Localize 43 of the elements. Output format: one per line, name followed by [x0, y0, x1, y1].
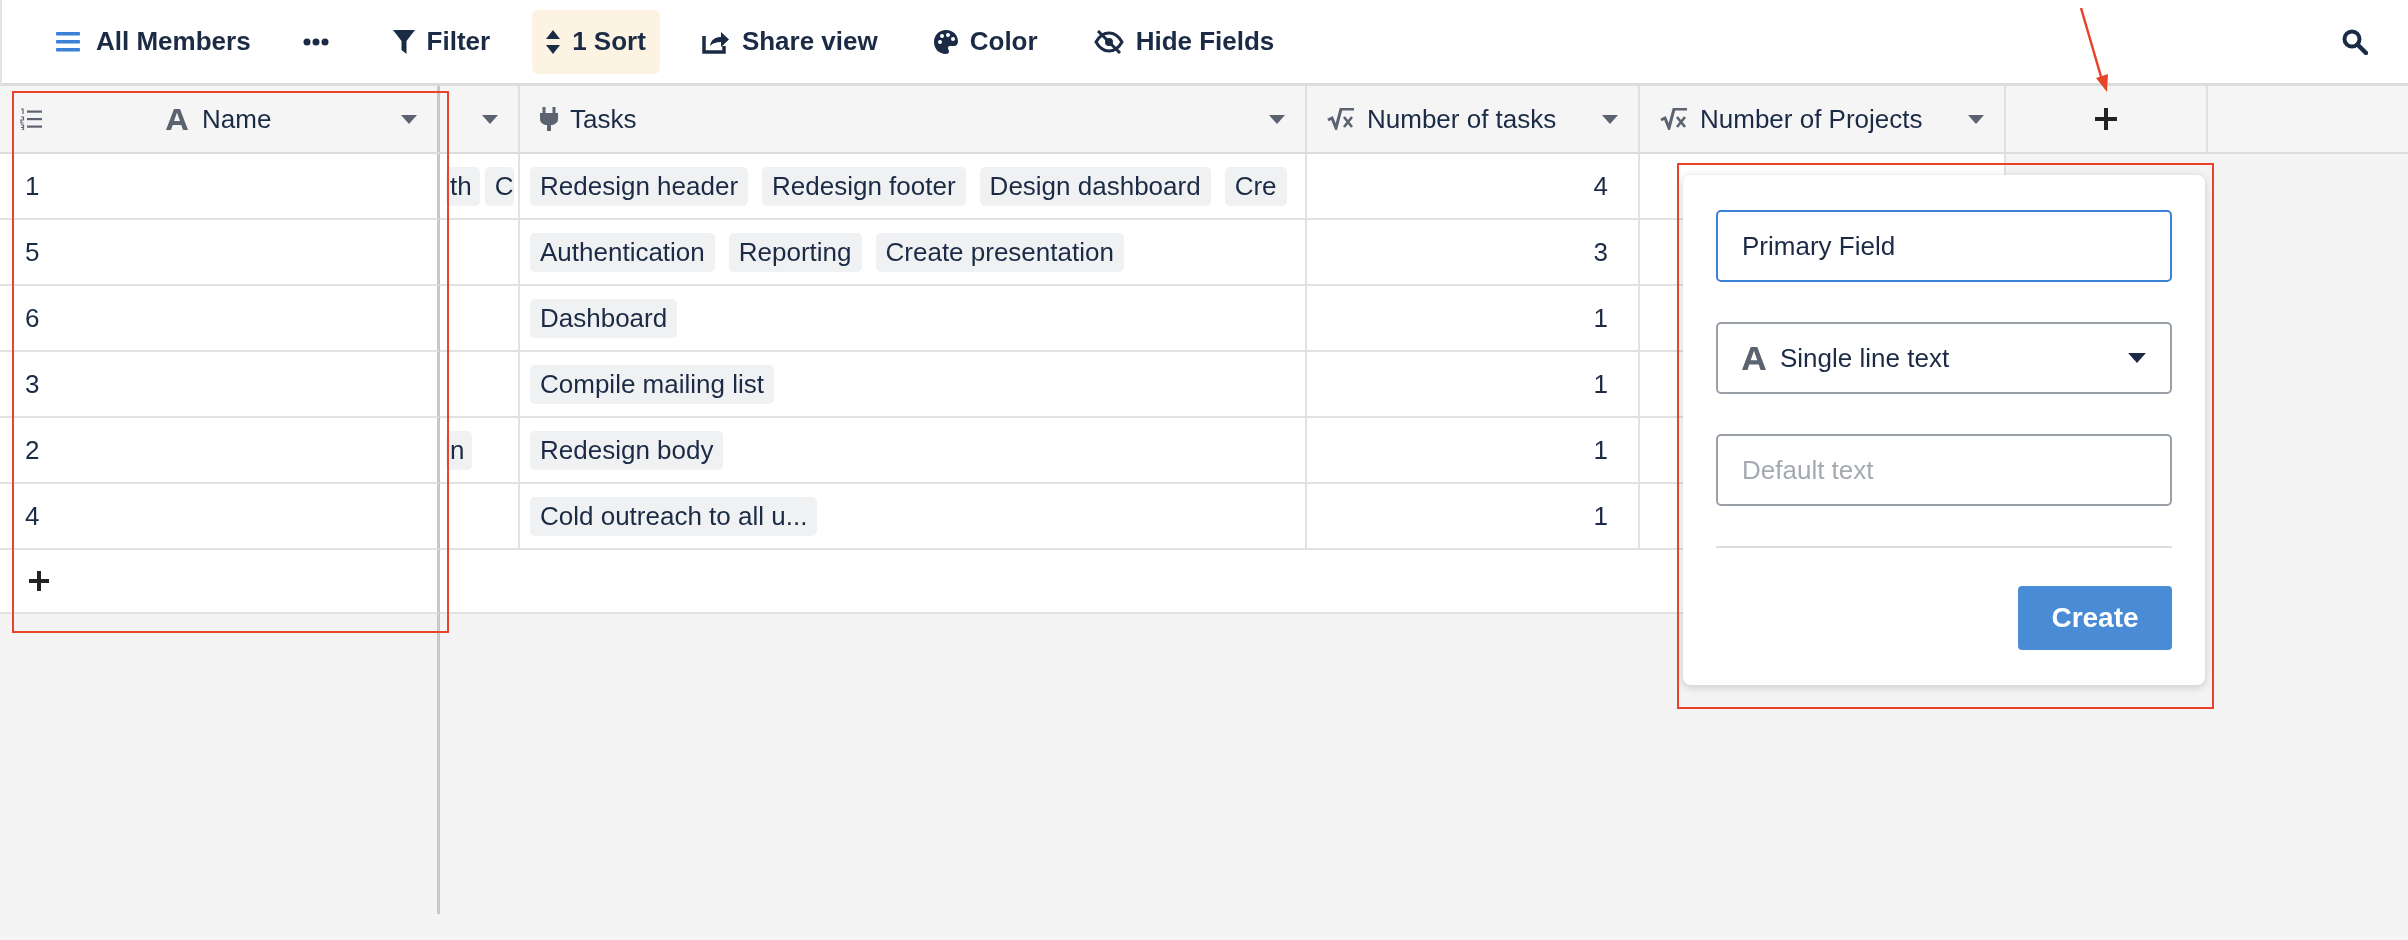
- field-type-dropdown[interactable]: Single line text: [1716, 322, 2172, 394]
- task-tag[interactable]: Reporting: [728, 232, 862, 272]
- task-tag[interactable]: Authentication: [530, 232, 715, 272]
- table-cell: 4: [0, 484, 440, 550]
- color-button[interactable]: Color: [919, 9, 1052, 74]
- create-button[interactable]: Create: [2018, 586, 2172, 650]
- default-text-input[interactable]: Default text: [1716, 434, 2172, 506]
- column-title: Tasks: [570, 103, 637, 135]
- task-tag[interactable]: Dashboard: [530, 298, 678, 338]
- task-tag[interactable]: Redesign header: [530, 166, 749, 206]
- task-tag[interactable]: Compile mailing list: [530, 364, 774, 404]
- table-cell: 2: [0, 418, 440, 484]
- record-tag: n: [446, 430, 473, 470]
- task-tag[interactable]: Redesign body: [530, 430, 724, 470]
- column-title: Name: [202, 103, 272, 135]
- column-header[interactable]: Number of tasks: [1307, 86, 1640, 152]
- table-cell: 5: [0, 220, 440, 286]
- table-cell: 6: [0, 286, 440, 352]
- task-tag[interactable]: Create presentation: [875, 232, 1124, 272]
- task-tag[interactable]: Redesign footer: [762, 166, 966, 206]
- field-name-input[interactable]: Primary Field: [1716, 210, 2172, 282]
- share-button[interactable]: Share view: [687, 9, 892, 74]
- record-tag: C: [484, 166, 515, 206]
- column-title: Number of Projects: [1700, 103, 1923, 135]
- task-tag[interactable]: Design dashboard: [979, 166, 1211, 206]
- table-cell: 1: [1307, 418, 1640, 484]
- column-header[interactable]: Tasks: [520, 86, 1307, 152]
- column-title: Number of tasks: [1367, 103, 1557, 135]
- task-tag[interactable]: Cre: [1224, 166, 1287, 206]
- record-tag: th: [446, 166, 480, 206]
- column-header[interactable]: Number of Projects: [1640, 86, 2006, 152]
- view-menu-button[interactable]: All Members: [42, 9, 265, 74]
- task-tag[interactable]: Cold outreach to all u...: [530, 496, 818, 536]
- table-cell: 4: [1307, 154, 1640, 220]
- table-cell: 1: [1307, 484, 1640, 550]
- filter-button[interactable]: Filter: [378, 9, 505, 74]
- table-cell: 3: [1307, 220, 1640, 286]
- table-cell: 1: [1307, 286, 1640, 352]
- table-cell: 1: [0, 154, 440, 220]
- hide-button[interactable]: Hide Fields: [1079, 9, 1289, 74]
- table-cell: 1: [1307, 352, 1640, 418]
- table-cell: 3: [0, 352, 440, 418]
- sort-button[interactable]: 1 Sort: [532, 9, 660, 74]
